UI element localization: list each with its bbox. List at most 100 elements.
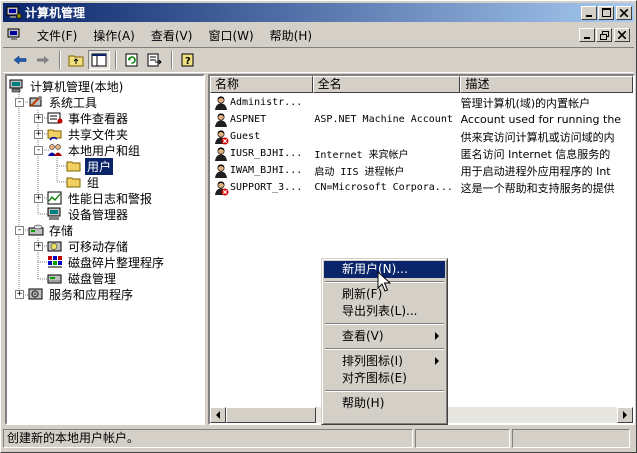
user-description: 匿名访问 Internet 信息服务的 — [460, 147, 611, 161]
arrow-right-icon — [623, 411, 627, 419]
column-header-full-name[interactable]: 全名 — [312, 76, 461, 93]
close-icon — [618, 31, 626, 39]
disabled-user-icon — [215, 129, 229, 144]
tree-item-removable-storage[interactable]: + 可移动存储 — [34, 238, 130, 254]
maximize-button[interactable] — [598, 5, 614, 20]
user-full-name: CN=Microsoft Corpora... — [314, 182, 453, 193]
tree-collapse-toggle[interactable]: - — [34, 145, 43, 155]
export-list-icon — [147, 53, 162, 67]
help-button[interactable]: ? — [177, 50, 199, 70]
tree-item-label: 设备管理器 — [68, 207, 129, 222]
menu-item-export-list[interactable]: 导出列表(L)... — [324, 303, 445, 320]
storage-icon — [28, 224, 44, 236]
tree-item-local-users-groups[interactable]: - 本地用户和组 — [34, 142, 142, 158]
user-icon — [215, 146, 227, 161]
close-icon — [620, 8, 628, 17]
tree-expand-toggle[interactable]: + — [34, 129, 43, 139]
device-manager-icon — [47, 207, 61, 220]
console-tree-pane[interactable]: 计算机管理(本地) - 系统工具 + 事件查看器 + 共享文件夹 - 本地用户和… — [5, 74, 205, 425]
tree-item-label: 可移动存储 — [68, 239, 129, 254]
user-row-administrator[interactable]: Administr... 管理计算机(域)的内置帐户 — [210, 94, 633, 111]
user-full-name: ASP.NET Machine Account — [314, 114, 453, 125]
title-bar[interactable]: 计算机管理 — [3, 3, 634, 22]
show-hide-tree-button[interactable] — [88, 50, 110, 70]
tree-expand-toggle[interactable]: + — [34, 193, 43, 203]
tree-item-system-tools[interactable]: - 系统工具 — [15, 94, 99, 110]
menu-file[interactable]: 文件(F) — [29, 25, 85, 46]
toolbar: ? — [3, 47, 634, 73]
defrag-icon — [48, 256, 62, 268]
forward-button[interactable] — [32, 50, 54, 70]
tree-expand-toggle[interactable]: + — [15, 289, 24, 299]
child-close-button[interactable] — [614, 28, 630, 42]
tree-item-performance-logs[interactable]: + 性能日志和警报 — [34, 190, 154, 206]
menu-item-arrange-icons[interactable]: 排列图标(I) — [324, 353, 445, 370]
performance-icon — [47, 191, 62, 205]
minimize-button[interactable] — [581, 5, 597, 20]
user-row-support[interactable]: SUPPORT_3... CN=Microsoft Corpora... 这是一… — [210, 179, 633, 196]
back-button[interactable] — [9, 50, 31, 70]
user-row-aspnet[interactable]: ASPNET ASP.NET Machine Account Account u… — [210, 111, 633, 128]
menu-item-view[interactable]: 查看(V) — [324, 328, 445, 345]
tree-item-shared-folders[interactable]: + 共享文件夹 — [34, 126, 130, 142]
minimize-icon — [586, 14, 592, 17]
user-description: 用于启动进程外应用程序的 Int — [460, 164, 611, 178]
menu-separator — [325, 348, 444, 350]
user-row-iwam[interactable]: IWAM_BJHI... 启动 IIS 进程帐户 用于启动进程外应用程序的 In… — [210, 162, 633, 179]
tree-collapse-toggle[interactable]: - — [15, 225, 24, 235]
user-row-guest[interactable]: Guest 供来宾访问计算机或访问域的内 — [210, 128, 633, 145]
column-header-name[interactable]: 名称 — [210, 76, 313, 93]
tree-item-storage[interactable]: - 存储 — [15, 222, 75, 238]
child-minimize-button[interactable] — [579, 28, 595, 42]
menu-window[interactable]: 窗口(W) — [200, 25, 261, 46]
tree-item-device-manager[interactable]: 设备管理器 — [47, 206, 130, 222]
scroll-right-button[interactable] — [617, 407, 633, 423]
user-name: IWAM_BJHI... — [230, 165, 303, 176]
menu-action[interactable]: 操作(A) — [85, 25, 143, 46]
menu-view[interactable]: 查看(V) — [143, 25, 201, 46]
console-document-icon[interactable] — [7, 28, 23, 42]
user-icon — [215, 163, 227, 178]
status-bar: 创建新的本地用户帐户。 — [3, 429, 634, 449]
tree-item-label: 计算机管理(本地) — [30, 79, 124, 94]
mouse-cursor-icon — [377, 271, 391, 292]
menu-help[interactable]: 帮助(H) — [262, 25, 320, 46]
event-viewer-icon — [47, 112, 63, 124]
tree-item-disk-defragmenter[interactable]: 磁盘碎片整理程序 — [47, 254, 166, 270]
tree-expand-toggle[interactable]: + — [34, 241, 43, 251]
export-list-button[interactable] — [144, 50, 166, 70]
tools-icon — [29, 96, 42, 107]
user-full-name: 启动 IIS 进程帐户 — [314, 167, 405, 178]
tree-item-services-applications[interactable]: + 服务和应用程序 — [15, 286, 135, 302]
tree-item-computer-management[interactable]: 计算机管理(本地) — [9, 78, 125, 94]
computer-icon — [9, 79, 23, 93]
menu-item-label: 查看(V) — [342, 329, 384, 343]
back-arrow-icon — [13, 55, 27, 65]
scrollbar-thumb[interactable] — [226, 407, 316, 423]
submenu-arrow-icon — [435, 357, 439, 365]
user-row-iusr[interactable]: IUSR_BJHI... Internet 来宾帐户 匿名访问 Internet… — [210, 145, 633, 162]
arrow-left-icon — [216, 411, 220, 419]
tree-item-disk-management[interactable]: 磁盘管理 — [47, 270, 118, 286]
user-name: IUSR_BJHI... — [230, 148, 303, 159]
child-restore-button[interactable] — [596, 28, 612, 42]
tree-expand-toggle[interactable]: + — [34, 113, 43, 123]
tree-collapse-toggle[interactable]: - — [15, 97, 24, 107]
tree-item-event-viewer[interactable]: + 事件查看器 — [34, 110, 130, 126]
user-icon — [215, 112, 227, 127]
tree-item-label: 系统工具 — [49, 95, 98, 110]
minimize-icon — [584, 37, 590, 39]
tree-item-users[interactable]: 用户 — [66, 157, 114, 175]
menu-item-help[interactable]: 帮助(H) — [324, 395, 445, 412]
scroll-left-button[interactable] — [210, 407, 226, 423]
up-one-level-button[interactable] — [65, 50, 87, 70]
tree-item-label: 存储 — [49, 223, 74, 238]
menu-item-label: 排列图标(I) — [342, 354, 403, 368]
refresh-button[interactable] — [121, 50, 143, 70]
menu-item-line-up-icons[interactable]: 对齐图标(E) — [324, 370, 445, 387]
user-name: ASPNET — [230, 114, 267, 125]
tree-item-groups[interactable]: 组 — [66, 174, 101, 190]
column-header-description[interactable]: 描述 — [460, 76, 633, 93]
close-button[interactable] — [616, 5, 632, 20]
tree-item-label: 本地用户和组 — [68, 143, 141, 158]
